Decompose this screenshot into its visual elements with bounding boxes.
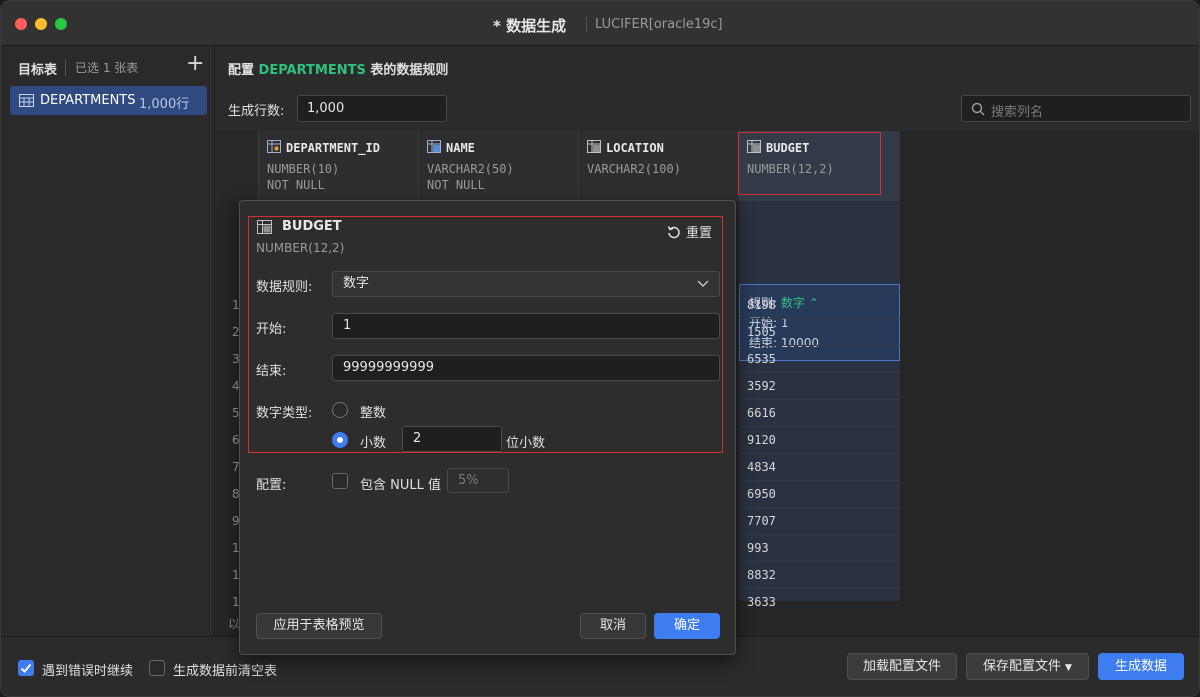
- column-constraint: NOT NULL: [267, 178, 325, 192]
- continue-on-error-checkbox[interactable]: [18, 660, 34, 676]
- save-config-label: 保存配置文件: [983, 659, 1062, 674]
- sidebar-item-departments[interactable]: DEPARTMENTS 1,000行: [10, 86, 207, 115]
- table-icon: [19, 94, 34, 111]
- row-number-header: [216, 131, 259, 201]
- row-divider: [739, 318, 900, 319]
- load-config-button[interactable]: 加载配置文件: [847, 653, 957, 680]
- column-type: NUMBER(10): [267, 162, 340, 176]
- selected-count: 已选 1 张表: [65, 59, 138, 76]
- include-null-checkbox[interactable]: [332, 473, 348, 489]
- continue-on-error-label: 遇到错误时继续: [42, 664, 134, 679]
- truncate-before-generate-label: 生成数据前清空表: [173, 664, 278, 679]
- row-divider: [739, 588, 900, 589]
- popup-rule-highlight: [248, 216, 723, 453]
- budget-cell[interactable]: 3592: [747, 379, 776, 393]
- column-name: DEPARTMENT_ID: [286, 141, 380, 155]
- apply-to-preview-button[interactable]: 应用于表格预览: [256, 613, 382, 639]
- sidebar-item-row-count: 1,000行: [139, 97, 190, 112]
- truncate-before-generate-checkbox[interactable]: [149, 660, 165, 676]
- column-icon: [427, 140, 441, 156]
- column-constraint: NOT NULL: [427, 178, 485, 192]
- column-rule-popup: BUDGET NUMBER(12,2) 重置 数据规则: 数字 开始: 1 结束…: [239, 200, 736, 655]
- column-name: LOCATION: [606, 141, 664, 155]
- row-divider: [739, 507, 900, 508]
- null-percent-input[interactable]: 5%: [447, 468, 509, 493]
- primary-key-column-icon: [267, 140, 281, 156]
- generate-data-button[interactable]: 生成数据: [1098, 653, 1184, 680]
- close-window-button[interactable]: [15, 18, 27, 30]
- ok-button[interactable]: 确定: [654, 613, 720, 639]
- row-divider: [739, 480, 900, 481]
- cancel-button[interactable]: 取消: [580, 613, 646, 639]
- column-header-location[interactable]: LOCATION VARCHAR2(100): [579, 131, 739, 201]
- budget-cell[interactable]: 7707: [747, 514, 776, 528]
- budget-cell[interactable]: 8198: [747, 298, 776, 312]
- budget-cell[interactable]: 6535: [747, 352, 776, 366]
- target-tables-sidebar: 目标表 已选 1 张表 + DEPARTMENTS 1,000行: [1, 46, 215, 636]
- checkmark-icon: [20, 663, 32, 673]
- chevron-up-icon: ⌃: [808, 296, 819, 310]
- sidebar-heading: 目标表: [18, 63, 58, 78]
- column-header-name[interactable]: NAME VARCHAR2(50) NOT NULL: [419, 131, 579, 201]
- search-icon: [971, 102, 985, 120]
- budget-cell[interactable]: 6950: [747, 487, 776, 501]
- app-window: * 数据生成 LUCIFER[oracle19c] 目标表 已选 1 张表 + …: [0, 0, 1200, 697]
- rows-label: 生成行数:: [228, 104, 285, 119]
- search-placeholder: 搜索列名: [991, 105, 1044, 120]
- budget-cell[interactable]: 993: [747, 541, 769, 555]
- column-name: NAME: [446, 141, 475, 155]
- config-title-suffix: 表的数据规则: [370, 63, 449, 78]
- row-count-input[interactable]: 1,000: [297, 95, 447, 122]
- title-bar: * 数据生成 LUCIFER[oracle19c]: [1, 1, 1199, 46]
- zoom-window-button[interactable]: [55, 18, 67, 30]
- budget-cell[interactable]: 8832: [747, 568, 776, 582]
- row-divider: [739, 426, 900, 427]
- sidebar-item-label: DEPARTMENTS: [40, 93, 136, 108]
- config-label: 配置:: [256, 478, 287, 493]
- chevron-down-icon: ▼: [1065, 663, 1072, 673]
- window-title: * 数据生成: [493, 17, 567, 35]
- column-icon: [587, 140, 601, 156]
- budget-cell[interactable]: 9120: [747, 433, 776, 447]
- budget-rule-summary[interactable]: 规则: 数字 ⌃ 开始: 1 结束: 10000: [739, 284, 900, 361]
- row-divider: [739, 345, 900, 346]
- connection-name: LUCIFER[oracle19c]: [586, 17, 723, 32]
- row-divider: [739, 291, 900, 292]
- budget-cell[interactable]: 1505: [747, 325, 776, 339]
- budget-cell[interactable]: 3633: [747, 595, 776, 609]
- minimize-window-button[interactable]: [35, 18, 47, 30]
- row-divider: [739, 453, 900, 454]
- config-title-prefix: 配置: [228, 63, 255, 78]
- column-header-department-id[interactable]: DEPARTMENT_ID NUMBER(10) NOT NULL: [259, 131, 419, 201]
- budget-column-body: [739, 131, 900, 601]
- row-divider: [739, 534, 900, 535]
- column-type: VARCHAR2(100): [587, 162, 681, 176]
- include-null-label: 包含 NULL 值: [360, 478, 441, 493]
- row-divider: [739, 561, 900, 562]
- row-divider: [739, 372, 900, 373]
- budget-cell[interactable]: 4834: [747, 460, 776, 474]
- column-search-input[interactable]: 搜索列名: [961, 95, 1191, 122]
- save-config-button[interactable]: 保存配置文件 ▼: [966, 653, 1089, 680]
- column-type: VARCHAR2(50): [427, 162, 514, 176]
- add-table-button[interactable]: +: [186, 52, 204, 76]
- config-table-name: DEPARTMENTS: [258, 63, 366, 78]
- row-divider: [739, 399, 900, 400]
- config-title: 配置 DEPARTMENTS 表的数据规则: [228, 59, 448, 78]
- budget-header-highlight: [738, 132, 881, 195]
- budget-cell[interactable]: 6616: [747, 406, 776, 420]
